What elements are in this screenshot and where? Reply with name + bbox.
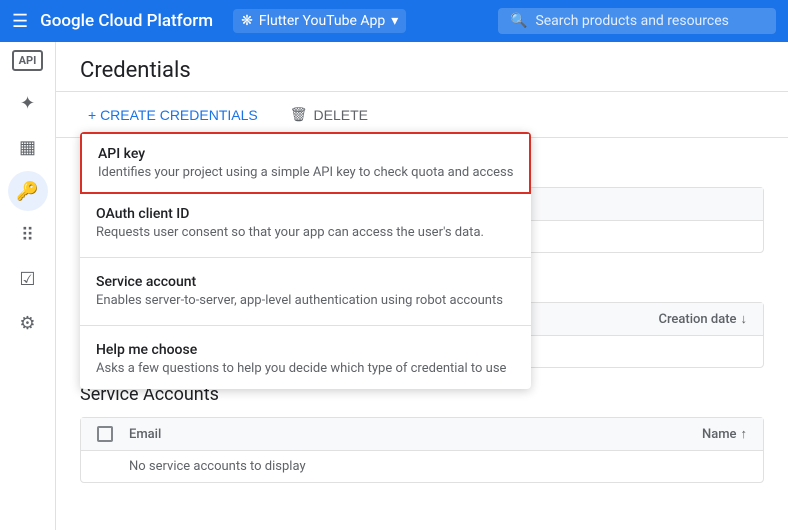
main-layout: API ✦ ▦ 🔑 ⠿ ☑ ⚙ Credentials + CREATE CRE… <box>0 42 788 530</box>
search-icon: 🔍 <box>510 13 527 29</box>
top-navigation: ☰ Google Cloud Platform ❋ Flutter YouTub… <box>0 0 788 42</box>
service-accounts-table-header: Email Name ↑ <box>81 418 763 451</box>
project-name: Flutter YouTube App <box>259 13 385 29</box>
oauth-date-header[interactable]: Creation date ↓ <box>658 311 747 327</box>
delete-icon: 🗑 <box>290 106 308 123</box>
service-accounts-section: Service Accounts Email Name ↑ No service… <box>56 384 788 499</box>
sidebar-item-home[interactable]: ✦ <box>8 83 48 123</box>
service-accounts-empty-row: No service accounts to display <box>81 451 763 482</box>
delete-button[interactable]: 🗑 DELETE <box>282 100 376 129</box>
service-accounts-empty-message: No service accounts to display <box>129 459 306 474</box>
project-icon: ❋ <box>241 13 253 29</box>
oauth-title: OAuth client ID <box>96 206 515 222</box>
service-account-title: Service account <box>96 274 515 290</box>
sidebar: API ✦ ▦ 🔑 ⠿ ☑ ⚙ <box>0 42 56 530</box>
service-accounts-table: Email Name ↑ No service accounts to disp… <box>80 417 764 483</box>
help-title: Help me choose <box>96 342 515 358</box>
app-logo: Google Cloud Platform <box>40 11 213 31</box>
project-chevron-icon: ▾ <box>391 13 398 29</box>
dropdown-item-api-key[interactable]: API key Identifies your project using a … <box>80 132 531 194</box>
sidebar-item-check[interactable]: ☑ <box>8 259 48 299</box>
service-account-desc: Enables server-to-server, app-level auth… <box>96 293 515 308</box>
create-credentials-button[interactable]: + CREATE CREDENTIALS <box>80 101 266 129</box>
sidebar-item-dots[interactable]: ⠿ <box>8 215 48 255</box>
create-credentials-dropdown: API key Identifies your project using a … <box>80 132 531 389</box>
toolbar: + CREATE CREDENTIALS 🗑 DELETE API key Id… <box>56 92 788 138</box>
sidebar-item-settings[interactable]: ⚙ <box>8 303 48 343</box>
oauth-date-label: Creation date <box>658 312 736 327</box>
dropdown-divider <box>80 257 531 258</box>
search-placeholder: Search products and resources <box>535 13 728 29</box>
sidebar-item-dashboard[interactable]: ▦ <box>8 127 48 167</box>
service-accounts-select-all-checkbox[interactable] <box>97 426 113 442</box>
sidebar-item-keys[interactable]: 🔑 <box>8 171 48 211</box>
api-key-desc: Identifies your project using a simple A… <box>98 165 513 180</box>
page-content: Credentials + CREATE CREDENTIALS 🗑 DELET… <box>56 42 788 530</box>
service-accounts-name-header[interactable]: Name ↑ <box>702 426 747 442</box>
api-badge[interactable]: API <box>12 50 44 71</box>
sort-up-arrow-icon: ↑ <box>741 426 748 442</box>
delete-label: DELETE <box>314 107 368 123</box>
page-header: Credentials <box>56 42 788 92</box>
dropdown-item-help[interactable]: Help me choose Asks a few questions to h… <box>80 330 531 389</box>
page-title: Credentials <box>80 58 191 83</box>
project-selector[interactable]: ❋ Flutter YouTube App ▾ <box>233 9 406 33</box>
dropdown-item-service-account[interactable]: Service account Enables server-to-server… <box>80 262 531 321</box>
help-desc: Asks a few questions to help you decide … <box>96 361 515 376</box>
dropdown-divider-2 <box>80 325 531 326</box>
hamburger-icon[interactable]: ☰ <box>12 11 28 32</box>
service-accounts-email-header: Email <box>129 427 690 442</box>
oauth-desc: Requests user consent so that your app c… <box>96 225 515 240</box>
dropdown-item-oauth[interactable]: OAuth client ID Requests user consent so… <box>80 194 531 253</box>
service-accounts-name-label: Name <box>702 427 737 442</box>
search-bar[interactable]: 🔍 Search products and resources <box>498 8 776 34</box>
sort-arrow-icon: ↓ <box>741 311 748 327</box>
api-key-title: API key <box>98 146 513 162</box>
